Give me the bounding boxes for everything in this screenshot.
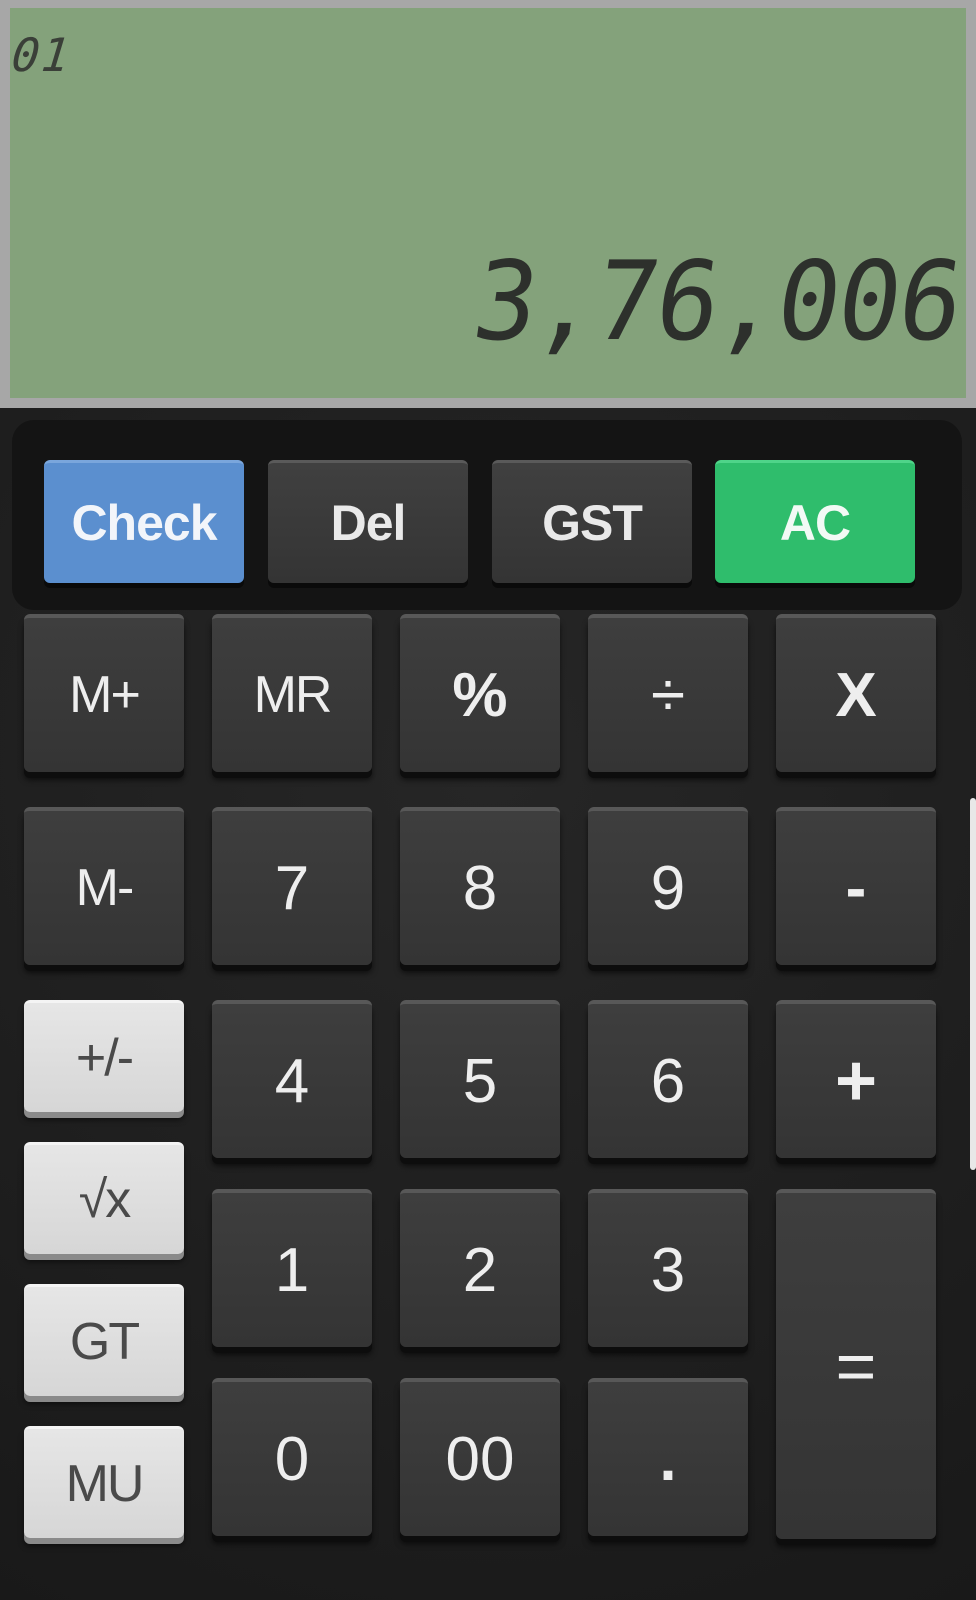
gst-button[interactable]: GST: [492, 460, 692, 583]
double-zero-button[interactable]: 00: [400, 1378, 560, 1536]
memory-minus-button[interactable]: M-: [24, 807, 184, 965]
calculator-app: 01 3,76,006 Check Del GST AC M+ MR % ÷ X…: [0, 0, 976, 1600]
display-bezel: 01 3,76,006: [0, 0, 976, 408]
digit-7-button[interactable]: 7: [212, 807, 372, 965]
display-value: 3,76,006: [466, 236, 970, 366]
add-button[interactable]: +: [776, 1000, 936, 1158]
ac-button[interactable]: AC: [715, 460, 915, 583]
function-row: Check Del GST AC: [12, 420, 962, 610]
multiply-button[interactable]: X: [776, 614, 936, 772]
digit-0-button[interactable]: 0: [212, 1378, 372, 1536]
check-button[interactable]: Check: [44, 460, 244, 583]
divide-button[interactable]: ÷: [588, 614, 748, 772]
digit-4-button[interactable]: 4: [212, 1000, 372, 1158]
lcd-display: 01 3,76,006: [9, 8, 970, 398]
step-counter: 01: [9, 28, 75, 82]
equals-button[interactable]: =: [776, 1189, 936, 1539]
markup-button[interactable]: MU: [24, 1426, 184, 1538]
del-button[interactable]: Del: [268, 460, 468, 583]
memory-recall-button[interactable]: MR: [212, 614, 372, 772]
grand-total-button[interactable]: GT: [24, 1284, 184, 1396]
digit-8-button[interactable]: 8: [400, 807, 560, 965]
percent-button[interactable]: %: [400, 614, 560, 772]
digit-6-button[interactable]: 6: [588, 1000, 748, 1158]
square-root-button[interactable]: √x: [24, 1142, 184, 1254]
digit-3-button[interactable]: 3: [588, 1189, 748, 1347]
plus-minus-button[interactable]: +/-: [24, 1000, 184, 1112]
digit-1-button[interactable]: 1: [212, 1189, 372, 1347]
digit-9-button[interactable]: 9: [588, 807, 748, 965]
scroll-indicator: [970, 798, 976, 1170]
decimal-point-button[interactable]: .: [588, 1378, 748, 1536]
digit-2-button[interactable]: 2: [400, 1189, 560, 1347]
keypad: Check Del GST AC M+ MR % ÷ X M- 7 8 9 - …: [0, 408, 976, 1600]
memory-plus-button[interactable]: M+: [24, 614, 184, 772]
digit-5-button[interactable]: 5: [400, 1000, 560, 1158]
subtract-button[interactable]: -: [776, 807, 936, 965]
